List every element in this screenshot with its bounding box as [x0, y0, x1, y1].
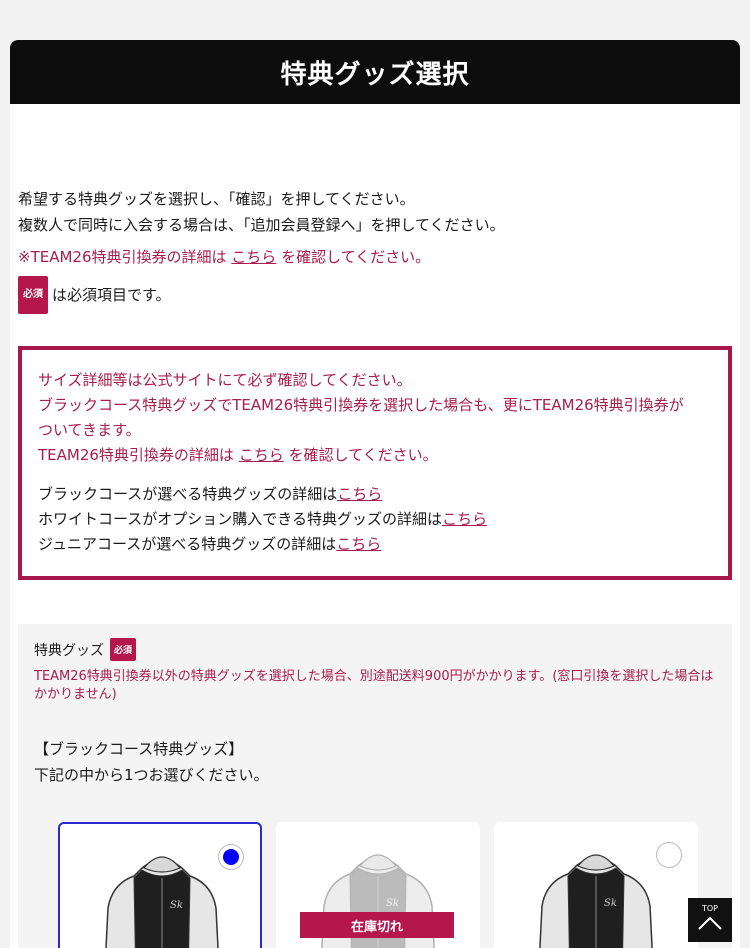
intro-line-2: 複数人で同時に入会する場合は、「追加会員登録へ」を押してください。 — [18, 216, 505, 234]
black-course-goods-heading: 【ブラックコース特典グッズ】 下記の中から1つお選びください。 — [34, 736, 269, 788]
goods-item-list: Sk Sk 在庫切れ Sk — [58, 822, 718, 948]
black-course-link[interactable]: こちら — [337, 485, 382, 503]
section-title: 【ブラックコース特典グッズ】 — [34, 740, 244, 758]
black-course-text: ブラックコースが選べる特典グッズの詳細は — [38, 485, 338, 503]
page-header: 特典グッズ選択 — [10, 40, 740, 104]
section-subtitle: 下記の中から1つお選びください。 — [34, 766, 269, 784]
svg-text:Sk: Sk — [170, 900, 183, 911]
chevron-up-icon — [698, 916, 722, 930]
required-badge: 必須 — [18, 276, 48, 314]
notice-line-4-prefix: TEAM26特典引換券の詳細は — [38, 446, 234, 464]
intro-line-1: 希望する特典グッズを選択し、「確認」を押してください。 — [18, 190, 415, 208]
ticket-details-link[interactable]: こちら — [231, 248, 276, 266]
intro-section: 希望する特典グッズを選択し、「確認」を押してください。 複数人で同時に入会する場… — [18, 186, 732, 314]
out-of-stock-label: 在庫切れ — [300, 912, 454, 938]
ticket-notice-prefix: ※TEAM26特典引換券の詳細は — [18, 248, 227, 266]
notice-line-3: ついてきます。 — [38, 421, 141, 439]
white-course-text: ホワイトコースがオプション購入できる特典グッズの詳細は — [38, 510, 442, 528]
item-radio-1[interactable] — [218, 844, 244, 870]
notice-line-1: サイズ詳細等は公式サイトにて必ず確認してください。 — [38, 371, 412, 389]
goods-section: 特典グッズ 必須 TEAM26特典引換券以外の特典グッズを選択した場合、別途配送… — [18, 624, 732, 948]
junior-course-details: ジュニアコースが選べる特典グッズの詳細はこちら — [38, 532, 712, 557]
jacket-image: Sk — [539, 854, 653, 948]
white-course-details: ホワイトコースがオプション購入できる特典グッズの詳細はこちら — [38, 507, 712, 532]
svg-text:Sk: Sk — [386, 898, 399, 909]
notice-line-2: ブラックコース特典グッズでTEAM26特典引換券を選択した場合も、更にTEAM2… — [38, 396, 684, 414]
main-card: 特典グッズ選択 希望する特典グッズを選択し、「確認」を押してください。 複数人で… — [10, 40, 740, 948]
goods-item-1[interactable]: Sk — [58, 822, 262, 948]
back-to-top-button[interactable]: TOP — [688, 898, 732, 942]
goods-item-3[interactable]: Sk — [494, 822, 698, 948]
page-title: 特典グッズ選択 — [280, 59, 470, 90]
svg-text:Sk: Sk — [604, 898, 617, 909]
required-legend-text: は必須項目です。 — [52, 286, 171, 304]
notice-box: サイズ詳細等は公式サイトにて必ず確認してください。 ブラックコース特典グッズでT… — [18, 346, 732, 580]
jacket-image: Sk — [105, 856, 219, 948]
shipping-note: TEAM26特典引換券以外の特典グッズを選択した場合、別途配送料900円がかかり… — [34, 669, 714, 702]
notice-line-4: TEAM26特典引換券の詳細は こちら を確認してください。 — [38, 443, 712, 468]
item-radio-3[interactable] — [656, 842, 682, 868]
required-legend: 必須 は必須項目です。 — [18, 276, 732, 314]
goods-required-badge: 必須 — [110, 638, 137, 661]
black-course-details: ブラックコースが選べる特典グッズの詳細はこちら — [38, 482, 712, 507]
goods-title: 特典グッズ 必須 — [34, 638, 140, 661]
notice-line-4-suffix: を確認してください。 — [288, 446, 438, 464]
goods-title-text: 特典グッズ — [34, 642, 104, 659]
top-label: TOP — [701, 904, 718, 913]
junior-course-text: ジュニアコースが選べる特典グッズの詳細は — [38, 535, 337, 553]
goods-item-2[interactable]: Sk 在庫切れ — [276, 822, 480, 948]
white-course-link[interactable]: こちら — [442, 510, 487, 528]
notice-ticket-link[interactable]: こちら — [239, 446, 284, 464]
ticket-notice: ※TEAM26特典引換券の詳細は こちら を確認してください。 — [18, 244, 732, 270]
junior-course-link[interactable]: こちら — [336, 535, 381, 553]
ticket-notice-suffix: を確認してください。 — [281, 248, 431, 266]
